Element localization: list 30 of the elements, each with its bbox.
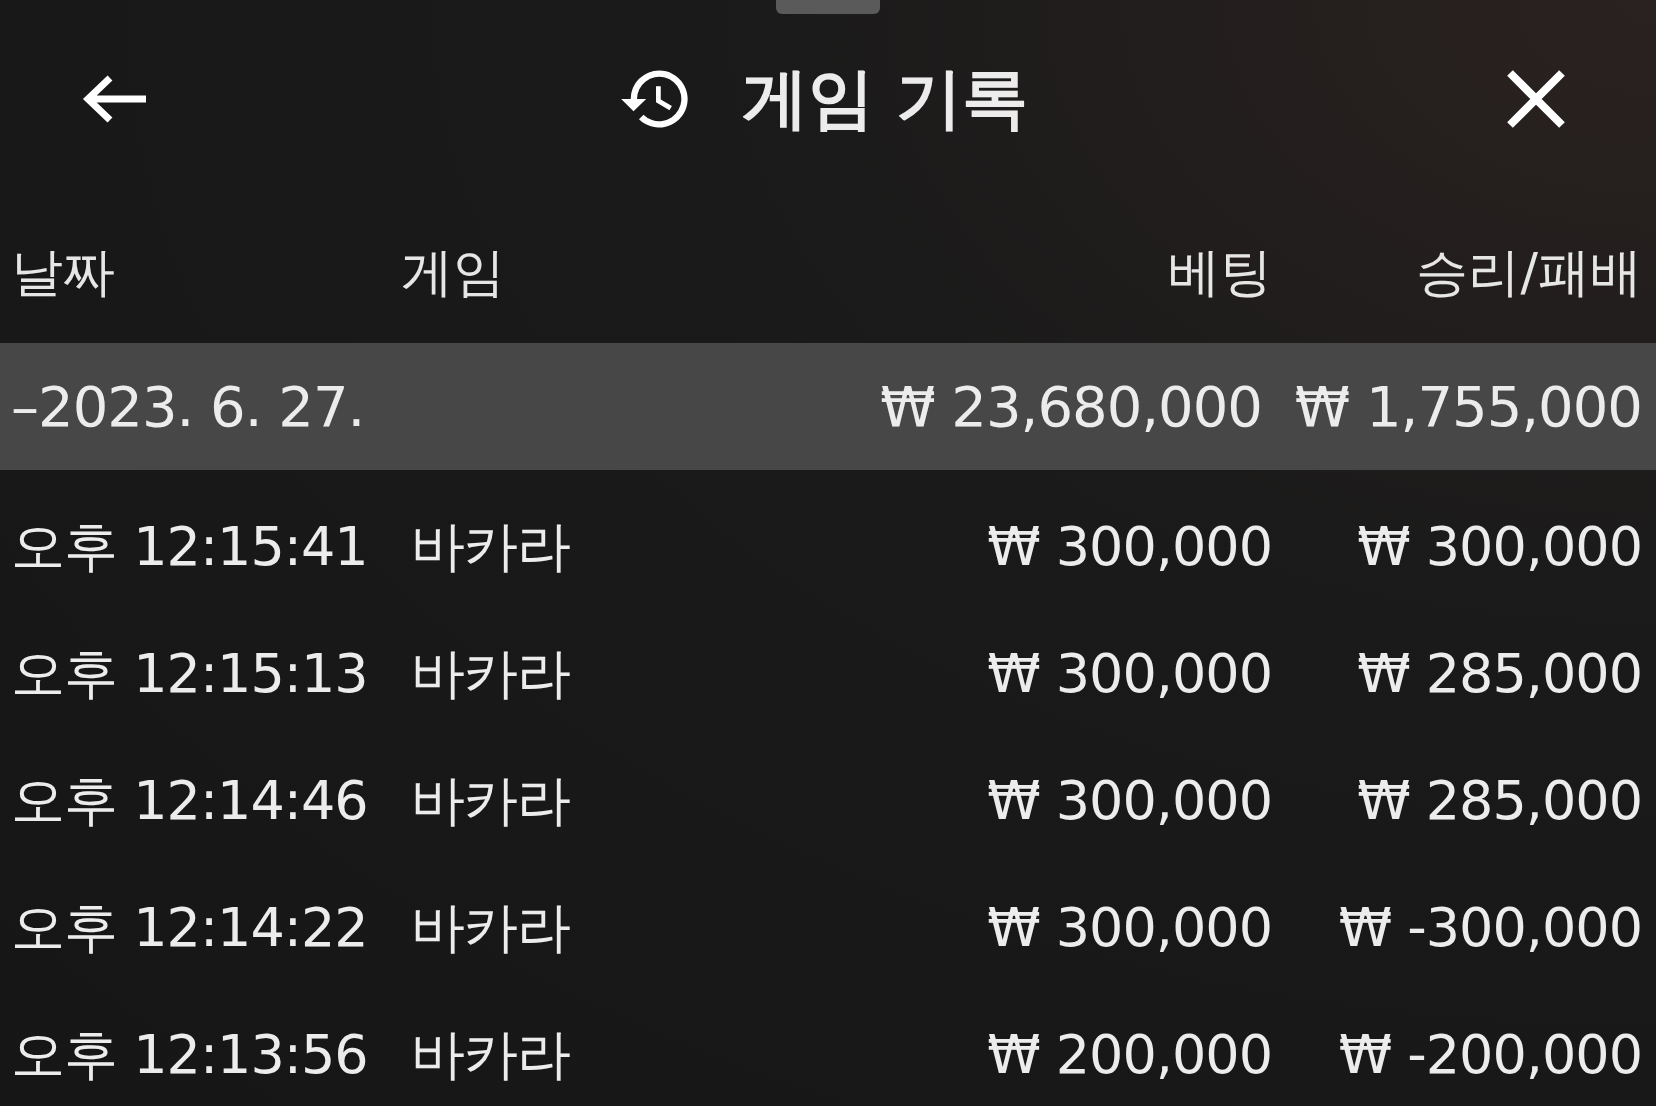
- game-cell-text: 바카라: [411, 1022, 571, 1088]
- column-header[interactable]: 게임: [401, 233, 1168, 311]
- group-date: –2023. 6. 27.: [11, 372, 366, 441]
- time-cell-text: 오후 12:13:56: [11, 1022, 369, 1088]
- game-cell-text: 바카라: [411, 514, 571, 580]
- group-bet-total: ₩ 23,680,000: [880, 372, 1262, 441]
- time-cell-text: 오후 12:15:41: [11, 514, 369, 580]
- result-cell-text: ₩ 300,000: [1356, 514, 1642, 580]
- window-title: 게임 기록: [741, 66, 1029, 132]
- group-result-total: ₩ 1,755,000: [1293, 372, 1642, 441]
- result-cell-text: ₩ 285,000: [1356, 768, 1642, 834]
- result-cell-text: ₩ -300,000: [1337, 895, 1642, 961]
- time-cell-text: 오후 12:14:22: [11, 895, 369, 961]
- time-cell-text: 오후 12:14:46: [11, 768, 369, 834]
- game-cell-text: 바카라: [411, 641, 571, 707]
- result-cell-text: ₩ 285,000: [1356, 641, 1642, 707]
- time-cell-text: 오후 12:15:13: [11, 641, 369, 707]
- column-header[interactable]: 베팅: [1168, 233, 1272, 311]
- column-header[interactable]: 승리/패배: [1272, 233, 1642, 311]
- date-group-row[interactable]: –2023. 6. 27. ₩ 23,680,000 ₩ 1,755,000: [0, 343, 1656, 470]
- bet-cell-text: ₩ 300,000: [987, 514, 1272, 580]
- bet-cell-text: ₩ 300,000: [987, 768, 1272, 834]
- result-cell-text: ₩ -200,000: [1337, 1022, 1642, 1088]
- game-cell-text: 바카라: [411, 768, 571, 834]
- game-cell-text: 바카라: [411, 895, 571, 961]
- bet-cell-text: ₩ 200,000: [987, 1022, 1272, 1088]
- column-header[interactable]: 날짜: [11, 233, 401, 311]
- bet-cell-text: ₩ 300,000: [987, 895, 1272, 961]
- drag-handle[interactable]: [776, 0, 880, 14]
- bet-cell-text: ₩ 300,000: [987, 641, 1272, 707]
